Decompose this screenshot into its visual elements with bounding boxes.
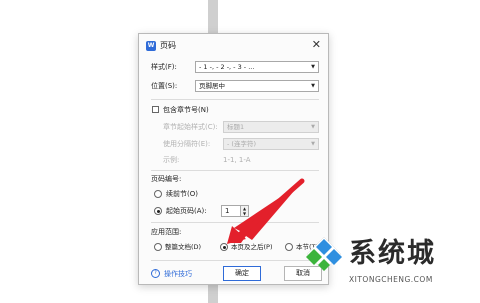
watermark-brand: 系统城 (349, 238, 436, 269)
watermark-logo-icon (306, 236, 342, 272)
watermark-url: XITONGCHENG.COM (349, 275, 433, 284)
watermark: 系统城 XITONGCHENG.COM (303, 229, 480, 303)
